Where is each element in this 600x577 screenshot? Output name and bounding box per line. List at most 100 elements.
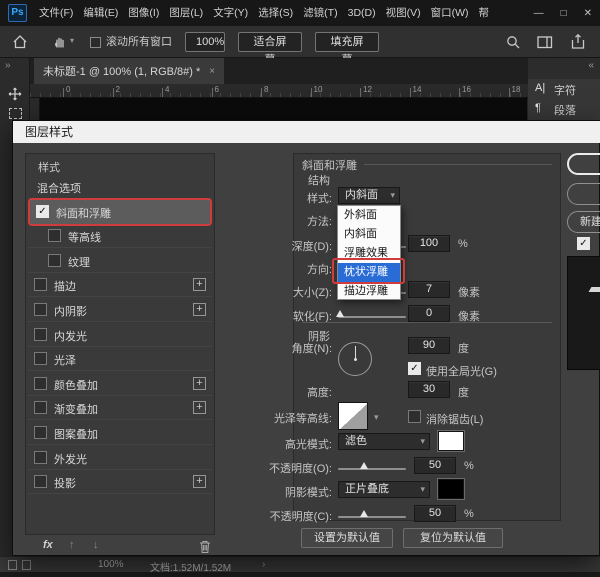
page-back-icon[interactable]	[22, 560, 31, 570]
dock-collapse-icon[interactable]: «	[588, 60, 594, 71]
dialog-title[interactable]: 图层样式	[13, 121, 600, 143]
effect-checkbox[interactable]	[34, 475, 47, 488]
soften-slider[interactable]	[338, 316, 406, 318]
styles-list-item[interactable]: 外发光	[28, 446, 212, 470]
effect-checkbox[interactable]	[34, 278, 47, 291]
menu-item[interactable]: 编辑(E)	[78, 0, 123, 26]
cancel-button[interactable]	[567, 183, 600, 205]
effect-checkbox[interactable]	[34, 451, 47, 464]
angle-dial[interactable]	[338, 342, 372, 376]
styles-list-item[interactable]: 斜面和浮雕	[30, 200, 210, 224]
search-icon[interactable]	[506, 35, 521, 50]
status-zoom-level[interactable]: 100%	[98, 559, 124, 570]
plus-icon[interactable]: +	[193, 475, 206, 488]
effect-checkbox[interactable]	[34, 377, 47, 390]
ok-button[interactable]	[567, 153, 600, 175]
styles-list-item[interactable]: 混合选项	[28, 175, 212, 199]
dropdown-option[interactable]: 外斜面	[338, 206, 400, 225]
character-panel-tab[interactable]: A| 字符	[528, 79, 600, 99]
document-tab[interactable]: 未标题-1 @ 100% (1, RGB/8#) * ×	[34, 58, 224, 84]
minimize-icon[interactable]: —	[534, 8, 544, 19]
tab-close-icon[interactable]: ×	[209, 66, 215, 77]
shadow-opacity-slider[interactable]	[338, 516, 406, 518]
dropdown-option[interactable]: 内斜面	[338, 225, 400, 244]
effect-checkbox[interactable]	[48, 254, 61, 267]
fit-screen-button[interactable]: 适合屏幕	[238, 32, 302, 52]
styles-list-item[interactable]: 投影+	[28, 470, 212, 494]
effect-checkbox[interactable]	[34, 303, 47, 316]
chevron-down-icon[interactable]: ▾	[374, 412, 379, 423]
highlight-opacity-value[interactable]: 50	[414, 457, 456, 474]
paragraph-panel-tab[interactable]: ¶ 段落	[528, 99, 600, 119]
menu-item[interactable]: 帮	[474, 0, 495, 26]
highlight-mode-select[interactable]: 滤色	[338, 433, 430, 450]
menu-item[interactable]: 图层(L)	[164, 0, 208, 26]
styles-list-item[interactable]: 描边+	[28, 273, 212, 297]
dropdown-option[interactable]: 描边浮雕	[338, 282, 400, 301]
size-value[interactable]: 7	[408, 281, 450, 298]
styles-list-item[interactable]: 内发光	[28, 323, 212, 347]
menu-item[interactable]: 窗口(W)	[426, 0, 474, 26]
plus-icon[interactable]: +	[193, 278, 206, 291]
home-icon[interactable]	[12, 34, 28, 50]
menu-item[interactable]: 选择(S)	[253, 0, 298, 26]
close-icon[interactable]: ✕	[584, 8, 592, 19]
effect-checkbox[interactable]	[34, 352, 47, 365]
use-global-light-checkbox[interactable]	[408, 362, 421, 375]
move-effect-down-icon[interactable]: ↓	[93, 539, 99, 551]
fill-screen-button[interactable]: 填充屏幕	[315, 32, 379, 52]
move-effect-up-icon[interactable]: ↑	[69, 539, 75, 551]
effect-checkbox[interactable]	[34, 426, 47, 439]
styles-list-item[interactable]: 颜色叠加+	[28, 372, 212, 396]
shadow-opacity-thumb[interactable]	[360, 510, 368, 517]
effect-checkbox[interactable]	[34, 401, 47, 414]
styles-list-item[interactable]: 光泽	[28, 347, 212, 371]
effect-checkbox[interactable]	[34, 328, 47, 341]
plus-icon[interactable]: +	[193, 303, 206, 316]
depth-value[interactable]: 100	[408, 235, 450, 252]
dropdown-option[interactable]: 枕状浮雕	[338, 263, 400, 282]
menu-item[interactable]: 视图(V)	[381, 0, 426, 26]
highlight-opacity-slider[interactable]	[338, 468, 406, 470]
reset-default-button[interactable]: 复位为默认值	[403, 528, 503, 548]
menu-item[interactable]: 滤镜(T)	[298, 0, 342, 26]
soften-slider-thumb[interactable]	[336, 310, 344, 317]
gloss-contour-thumbnail[interactable]	[338, 402, 368, 430]
marquee-tool-icon[interactable]	[9, 108, 22, 119]
angle-value[interactable]: 90	[408, 337, 450, 354]
delete-effect-trash-icon[interactable]	[199, 540, 211, 553]
chevron-down-icon[interactable]: ▾	[70, 36, 74, 45]
effect-checkbox[interactable]	[48, 229, 61, 242]
menu-item[interactable]: 文字(Y)	[208, 0, 253, 26]
page-icon[interactable]	[8, 560, 17, 570]
hand-tool-icon[interactable]	[52, 34, 68, 50]
dropdown-option[interactable]: 浮雕效果	[338, 244, 400, 263]
styles-list-item[interactable]: 渐变叠加+	[28, 396, 212, 420]
new-style-button[interactable]: 新建	[567, 211, 600, 233]
menu-item[interactable]: 3D(D)	[343, 0, 381, 26]
styles-list-item[interactable]: 等高线	[28, 224, 212, 248]
maximize-icon[interactable]: □	[561, 8, 567, 19]
bevel-style-select[interactable]: 内斜面	[338, 187, 400, 204]
toolstrip-expand-icon[interactable]: »	[5, 60, 11, 71]
highlight-color-swatch[interactable]	[438, 431, 464, 451]
preview-checkbox[interactable]	[577, 237, 590, 250]
shadow-opacity-value[interactable]: 50	[414, 505, 456, 522]
plus-icon[interactable]: +	[193, 377, 206, 390]
status-chevron-icon[interactable]: ›	[262, 559, 265, 570]
anti-alias-checkbox[interactable]	[408, 410, 421, 423]
set-default-button[interactable]: 设置为默认值	[301, 528, 393, 548]
move-tool-icon[interactable]	[7, 86, 23, 102]
soften-value[interactable]: 0	[408, 305, 450, 322]
highlight-opacity-thumb[interactable]	[360, 462, 368, 469]
styles-list-item[interactable]: 纹理	[28, 249, 212, 273]
shadow-color-swatch[interactable]	[438, 479, 464, 499]
scroll-all-windows-checkbox[interactable]	[90, 37, 101, 48]
plus-icon[interactable]: +	[193, 401, 206, 414]
styles-list-item[interactable]: 内阴影+	[28, 298, 212, 322]
fx-icon[interactable]: fx	[43, 539, 53, 551]
canvas[interactable]	[40, 98, 527, 120]
menu-item[interactable]: 文件(F)	[34, 0, 78, 26]
workspace-icon[interactable]	[537, 35, 553, 50]
shadow-mode-select[interactable]: 正片叠底	[338, 481, 430, 498]
